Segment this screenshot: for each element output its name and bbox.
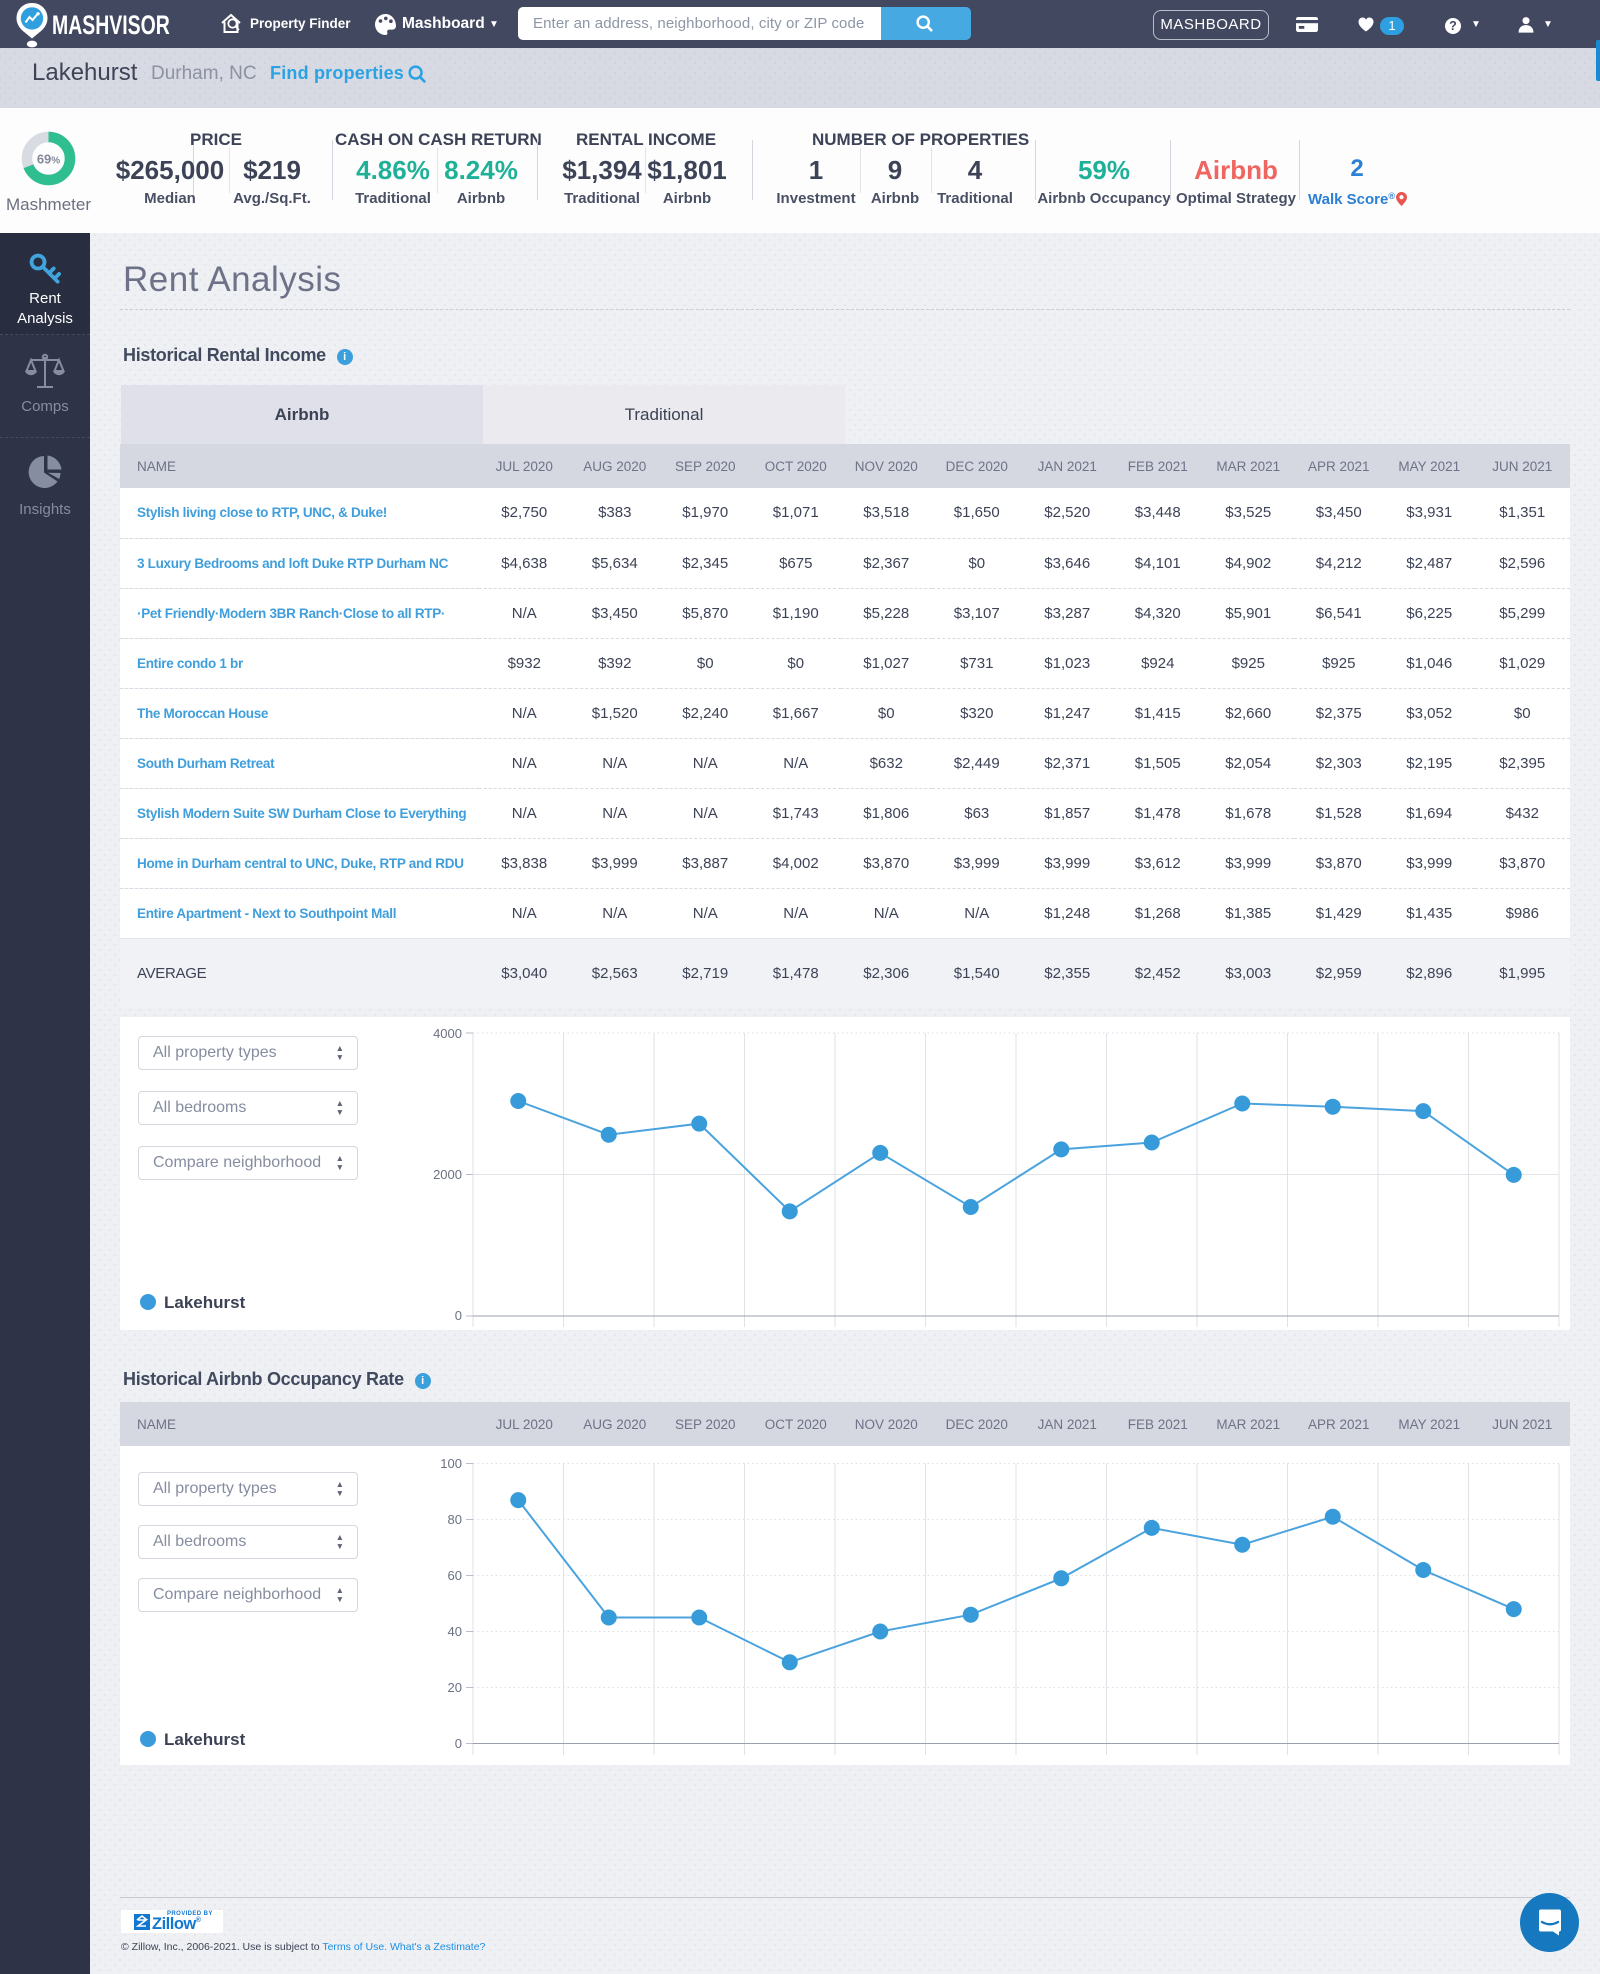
svg-text:0: 0 (455, 1736, 462, 1751)
svg-text:40: 40 (448, 1624, 462, 1639)
svg-text:100: 100 (440, 1456, 462, 1471)
svg-text:20: 20 (448, 1680, 462, 1695)
svg-text:4000: 4000 (433, 1026, 462, 1041)
svg-text:69%: 69% (37, 152, 60, 167)
svg-text:80: 80 (448, 1512, 462, 1527)
svg-text:0: 0 (455, 1308, 462, 1323)
svg-text:60: 60 (448, 1568, 462, 1583)
svg-text:2000: 2000 (433, 1167, 462, 1182)
